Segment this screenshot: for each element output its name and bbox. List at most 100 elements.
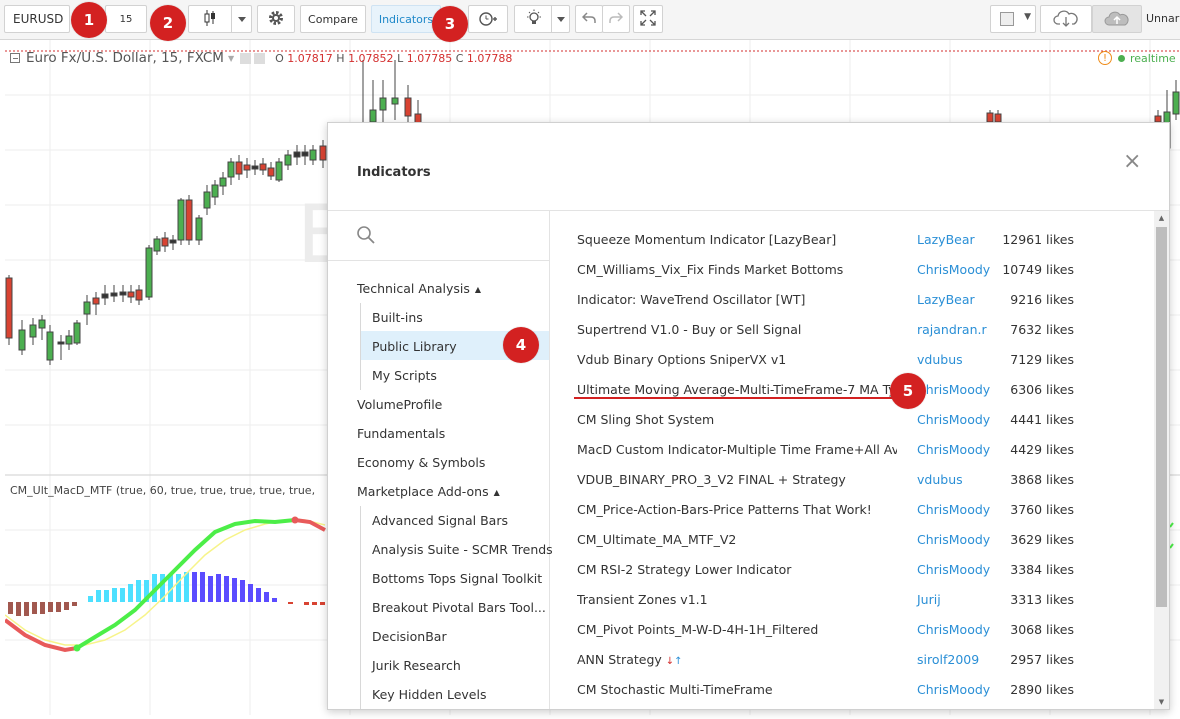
script-author[interactable]: vdubus [917,352,963,367]
category-public-library[interactable]: Public Library [372,339,457,354]
script-name: CM_Pivot Points_M-W-D-4H-1H_Filtered [577,622,819,637]
legend-settings-icon[interactable] [240,52,252,64]
script-author[interactable]: rajandran.r [917,322,987,337]
chevron-down-icon[interactable] [231,6,251,32]
chevron-down-icon[interactable]: ▼ [228,54,234,63]
lightbulb-icon [525,9,543,30]
scroll-down-icon[interactable]: ▼ [1154,695,1169,709]
undo-icon [581,11,596,27]
oscillator-legend[interactable]: CM_Ult_MacD_MTF (true, 60, true, true, t… [10,484,315,497]
category-jurik-research[interactable]: Jurik Research [372,658,461,673]
script-name: CM Stochastic Multi-TimeFrame [577,682,773,697]
chart-title[interactable]: Euro Fx/U.S. Dollar, 15, FXCM [26,50,224,66]
script-name: Transient Zones v1.1 [577,592,708,607]
redo-button[interactable] [602,5,630,33]
chevron-down-icon[interactable] [551,6,569,32]
script-author[interactable]: LazyBear [917,292,975,307]
script-name: Indicator: WaveTrend Oscillator [WT] [577,292,806,307]
script-author[interactable]: ChrisMoody [917,532,990,547]
script-author[interactable]: Jurij [917,592,941,607]
category-analysis-suite[interactable]: Analysis Suite - SCMR Trends [372,542,553,557]
alarm-clock-icon [478,9,498,30]
script-author[interactable]: ChrisMoody [917,562,990,577]
script-author[interactable]: ChrisMoody [917,502,990,517]
category-decisionbar[interactable]: DecisionBar [372,629,447,644]
data-status: ! realtime [1098,51,1176,65]
color-theme-button[interactable]: ▼ [990,5,1036,33]
collapse-icon[interactable] [10,53,20,63]
category-marketplace-addons[interactable]: Marketplace Add-ons ▲ [357,484,500,499]
scrollbar-thumb[interactable] [1156,227,1167,607]
chart-legend: Euro Fx/U.S. Dollar, 15, FXCM ▼ O 1.0781… [10,50,512,66]
list-scrollbar[interactable]: ▲ ▼ [1154,211,1169,709]
fullscreen-button[interactable] [633,5,663,33]
symbol-search-button[interactable]: EURUSD [4,5,70,33]
settings-button[interactable] [257,5,295,33]
publish-idea-button[interactable] [514,5,570,33]
script-name: CM_Ultimate_MA_MTF_V2 [577,532,737,547]
interval-button[interactable]: 15 [105,5,147,33]
annotation-underline [574,397,894,399]
script-likes: 3384 likes [1010,562,1074,577]
category-label: Technical Analysis [357,281,470,296]
category-built-ins[interactable]: Built-ins [372,310,423,325]
interval-label: 15 [119,13,133,25]
category-label: Marketplace Add-ons [357,484,489,499]
script-likes: 3068 likes [1010,622,1074,637]
script-name: CM_Williams_Vix_Fix Finds Market Bottoms [577,262,844,277]
script-author[interactable]: ChrisMoody [917,412,990,427]
script-author[interactable]: sirolf2009 [917,652,979,667]
script-author[interactable]: ChrisMoody [917,382,990,397]
arrow-up-icon: ↑ [674,656,683,667]
script-likes: 3868 likes [1010,472,1074,487]
script-author[interactable]: ChrisMoody [917,682,990,697]
script-name: Supertrend V1.0 - Buy or Sell Signal [577,322,802,337]
script-author[interactable]: LazyBear [917,232,975,247]
script-author[interactable]: ChrisMoody [917,262,990,277]
category-fundamentals[interactable]: Fundamentals [357,426,445,441]
undo-button[interactable] [575,5,603,33]
category-key-hidden-levels[interactable]: Key Hidden Levels [372,687,486,702]
legend-close-icon[interactable] [254,52,266,64]
indicators-button[interactable]: Indicators [371,5,441,33]
status-text: realtime [1130,51,1176,65]
script-likes: 4441 likes [1010,412,1074,427]
annotation-badge-2: 2 [150,5,186,41]
category-technical-analysis[interactable]: Technical Analysis ▲ [357,281,481,296]
category-volumeprofile[interactable]: VolumeProfile [357,397,442,412]
script-author[interactable]: vdubus [917,472,963,487]
search-input[interactable] [328,211,549,261]
warning-icon[interactable]: ! [1098,51,1112,65]
save-chart-button[interactable] [1092,5,1142,33]
category-my-scripts[interactable]: My Scripts [372,368,437,383]
annotation-badge-3: 3 [432,6,468,42]
cloud-download-icon [1053,9,1079,30]
redo-icon [609,11,624,27]
chart-type-button[interactable] [188,5,252,33]
tree-line [360,506,361,709]
script-name: Vdub Binary Options SniperVX v1 [577,352,787,367]
script-likes: 12961 likes [1002,232,1074,247]
load-chart-button[interactable] [1040,5,1092,33]
script-likes: 7632 likes [1010,322,1074,337]
compare-button[interactable]: Compare [300,5,366,33]
category-economy-symbols[interactable]: Economy & Symbols [357,455,485,470]
color-swatch [1000,12,1014,26]
alert-button[interactable] [468,5,508,33]
script-likes: 10749 likes [1002,262,1074,277]
script-author[interactable]: ChrisMoody [917,442,990,457]
category-advanced-signal-bars[interactable]: Advanced Signal Bars [372,513,508,528]
chart-name[interactable]: Unnar [1146,12,1179,25]
category-bottoms-tops[interactable]: Bottoms Tops Signal Toolkit [372,571,542,586]
category-breakout-pivotal[interactable]: Breakout Pivotal Bars Tool... [372,600,546,615]
category-sidebar: Technical Analysis ▲ Built-ins Public Lib… [328,211,553,709]
script-author[interactable]: ChrisMoody [917,622,990,637]
scroll-up-icon[interactable]: ▲ [1154,211,1169,225]
ohlc-values: O 1.07817 H 1.07852 L 1.07785 C 1.07788 [275,52,512,65]
close-value: 1.07788 [466,51,513,65]
compare-label: Compare [308,12,358,26]
open-label: O [275,51,284,65]
close-icon[interactable]: × [1123,151,1141,173]
status-dot [1118,54,1125,62]
gear-icon [267,9,285,30]
